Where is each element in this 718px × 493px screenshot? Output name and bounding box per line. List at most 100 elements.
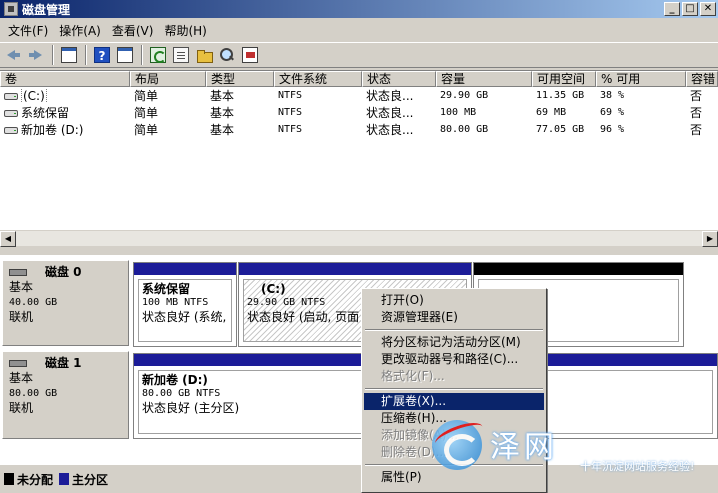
toolbar-separator	[52, 45, 54, 65]
menu-file[interactable]: 文件(F)	[4, 22, 55, 39]
drive-icon	[4, 110, 18, 117]
cell-capacity: 80.00 GB	[440, 124, 489, 135]
disk-1-label[interactable]: 磁盘 1 基本 80.00 GB 联机	[2, 351, 129, 439]
refresh-icon	[150, 47, 166, 63]
cell-capacity: 100 MB	[440, 107, 477, 118]
menu-item-extend-volume[interactable]: 扩展卷(X)...	[364, 393, 544, 410]
cell-layout: 简单	[134, 106, 159, 120]
menu-item-add-mirror: 添加镜像(A)...	[381, 428, 459, 442]
menu-item-delete-volume: 删除卷(D)...	[381, 445, 448, 459]
cell-filesystem: NTFS	[278, 90, 303, 101]
back-icon	[5, 47, 21, 63]
column-fault-tolerance[interactable]: 容错	[686, 71, 718, 87]
cell-free-space: 77.05 GB	[536, 124, 585, 135]
cell-fault-tolerance: 否	[690, 89, 703, 103]
help-icon: ?	[94, 47, 110, 63]
show-pane-icon	[117, 47, 133, 63]
explore-button[interactable]	[216, 44, 238, 66]
menu-view[interactable]: 查看(V)	[108, 22, 161, 39]
settings-button[interactable]	[239, 44, 261, 66]
horizontal-scrollbar[interactable]: ◀ ▶	[0, 230, 718, 247]
cell-capacity: 29.90 GB	[440, 90, 489, 101]
title-bar: 磁盘管理 _ □ ✕	[0, 0, 718, 18]
window-title: 磁盘管理	[22, 2, 71, 17]
context-menu: 打开(O) 资源管理器(E) 将分区标记为活动分区(M) 更改驱动器号和路径(C…	[361, 288, 547, 493]
menu-item-properties[interactable]: 属性(P)	[364, 469, 544, 486]
help-button[interactable]: ?	[91, 44, 113, 66]
menu-separator	[365, 329, 543, 331]
cell-free-space: 69 MB	[536, 107, 567, 118]
unallocated-bar	[474, 263, 683, 275]
scroll-left-button[interactable]: ◀	[0, 231, 16, 247]
volume-list: 卷 布局 类型 文件系统 状态 容量 可用空间 % 可用 容错 (C:) 简单 …	[0, 70, 718, 230]
minimize-button[interactable]: _	[664, 2, 680, 16]
cell-percent-free: 69 %	[600, 107, 625, 118]
scroll-right-button[interactable]: ▶	[702, 231, 718, 247]
column-volume[interactable]: 卷	[0, 71, 130, 87]
toolbar: ?	[0, 42, 718, 68]
close-button[interactable]: ✕	[700, 2, 716, 16]
volume-list-header: 卷 布局 类型 文件系统 状态 容量 可用空间 % 可用 容错	[0, 71, 718, 87]
cell-status: 状态良...	[366, 106, 414, 120]
cell-fault-tolerance: 否	[690, 123, 703, 137]
table-row[interactable]: 新加卷 (D:) 简单 基本 NTFS 状态良... 80.00 GB 77.0…	[0, 121, 718, 138]
explore-icon	[219, 47, 235, 63]
cell-type: 基本	[210, 106, 235, 120]
column-status[interactable]: 状态	[362, 71, 436, 87]
properties-icon	[173, 47, 189, 63]
menu-item-change-drive-letter[interactable]: 更改驱动器号和路径(C)...	[364, 351, 544, 368]
show-pane-button[interactable]	[114, 44, 136, 66]
properties-button[interactable]	[170, 44, 192, 66]
maximize-button[interactable]: □	[682, 2, 698, 16]
cell-status: 状态良...	[366, 89, 414, 103]
cell-layout: 简单	[134, 89, 159, 103]
menu-item-open[interactable]: 打开(O)	[364, 292, 544, 309]
table-row[interactable]: (C:) 简单 基本 NTFS 状态良... 29.90 GB 11.35 GB…	[0, 87, 718, 104]
disk-icon	[9, 360, 27, 367]
open-icon	[196, 47, 213, 63]
menu-separator	[365, 388, 543, 390]
disk-graphical-view: 磁盘 0 基本 40.00 GB 联机 系统保留 100 MB NTFS 状态良…	[0, 255, 718, 465]
back-button[interactable]	[2, 44, 24, 66]
menu-item-shrink-volume[interactable]: 压缩卷(H)...	[364, 410, 544, 427]
column-percent-free[interactable]: % 可用	[596, 71, 686, 87]
settings-icon	[242, 47, 258, 63]
cell-volume: 系统保留	[0, 104, 130, 121]
menu-help[interactable]: 帮助(H)	[160, 22, 213, 39]
cell-filesystem: NTFS	[278, 124, 303, 135]
column-filesystem[interactable]: 文件系统	[274, 71, 362, 87]
table-row[interactable]: 系统保留 简单 基本 NTFS 状态良... 100 MB 69 MB 69 %…	[0, 104, 718, 121]
toolbar-separator	[141, 45, 143, 65]
legend: 未分配 主分区	[0, 465, 718, 493]
refresh-button[interactable]	[147, 44, 169, 66]
unallocated-swatch	[4, 473, 14, 485]
cell-fault-tolerance: 否	[690, 106, 703, 120]
disk-0-label[interactable]: 磁盘 0 基本 40.00 GB 联机	[2, 260, 129, 346]
console-tree-button[interactable]	[58, 44, 80, 66]
primary-partition-bar	[239, 263, 471, 275]
column-free-space[interactable]: 可用空间	[532, 71, 596, 87]
open-button[interactable]	[193, 44, 215, 66]
legend-unallocated: 未分配	[17, 472, 54, 487]
partition-system-reserved[interactable]: 系统保留 100 MB NTFS 状态良好 (系统,	[133, 262, 237, 347]
cell-filesystem: NTFS	[278, 107, 303, 118]
forward-icon	[28, 47, 44, 63]
cell-type: 基本	[210, 89, 235, 103]
cell-type: 基本	[210, 123, 235, 137]
menu-item-format: 格式化(F)...	[381, 369, 445, 383]
console-tree-icon	[61, 47, 77, 63]
menu-action[interactable]: 操作(A)	[55, 22, 108, 39]
disk-management-icon	[4, 2, 18, 16]
menu-item-explore[interactable]: 资源管理器(E)	[364, 309, 544, 326]
cell-percent-free: 96 %	[600, 124, 625, 135]
menu-item-mark-active[interactable]: 将分区标记为活动分区(M)	[364, 334, 544, 351]
forward-button[interactable]	[25, 44, 47, 66]
cell-volume: 新加卷 (D:)	[0, 121, 130, 138]
column-capacity[interactable]: 容量	[436, 71, 532, 87]
menu-separator	[365, 464, 543, 466]
disk-icon	[9, 269, 27, 276]
partition-body: 系统保留 100 MB NTFS 状态良好 (系统,	[138, 279, 232, 342]
cell-status: 状态良...	[366, 123, 414, 137]
column-layout[interactable]: 布局	[130, 71, 206, 87]
column-type[interactable]: 类型	[206, 71, 274, 87]
